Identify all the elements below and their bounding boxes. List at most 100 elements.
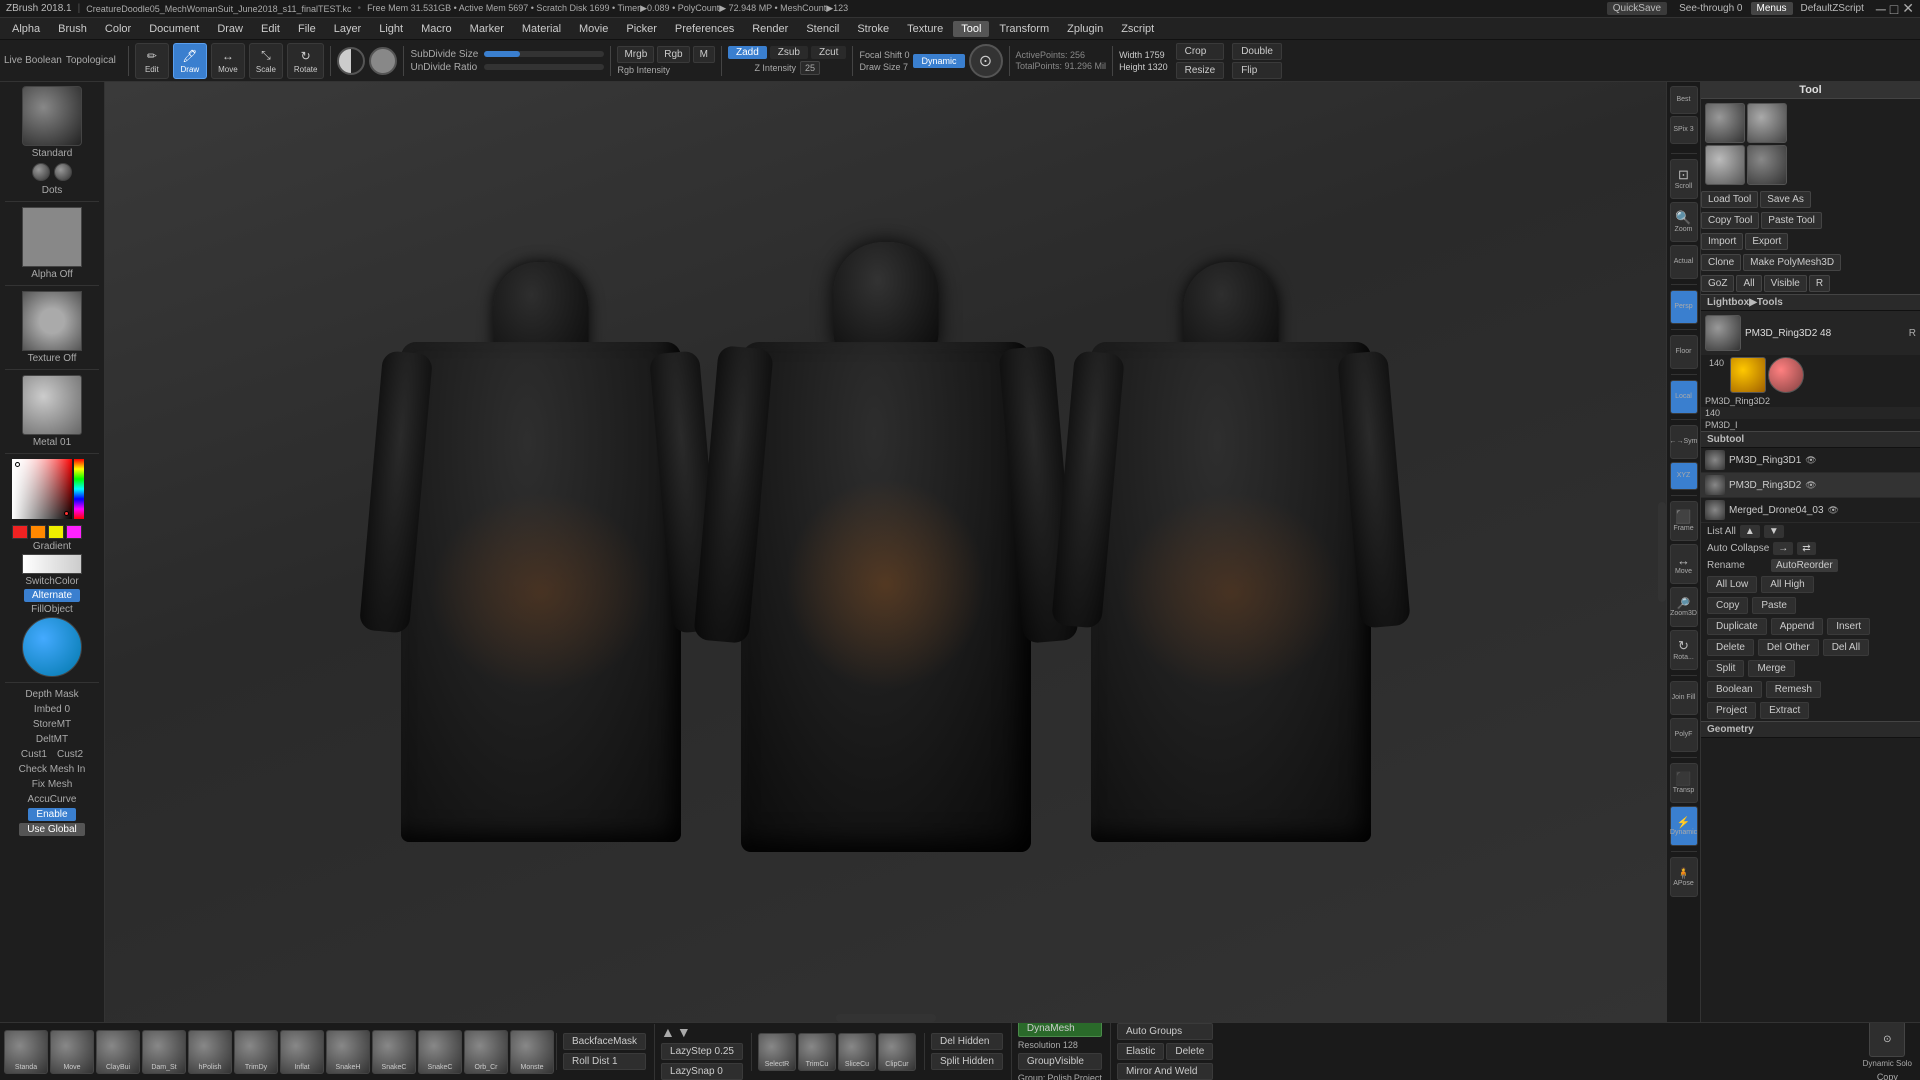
move-3d-btn[interactable]: ↔ Move <box>1670 544 1698 584</box>
see-through-btn[interactable]: See-through 0 <box>1679 3 1742 14</box>
double-btn[interactable]: Double <box>1232 43 1282 60</box>
menu-stencil[interactable]: Stencil <box>798 21 847 37</box>
expand-btn[interactable]: R <box>1909 328 1916 339</box>
eye-icon-3[interactable]: 👁 <box>1828 505 1839 516</box>
zadd-btn[interactable]: Zadd <box>728 46 767 59</box>
actual-btn[interactable]: Actual <box>1670 245 1698 279</box>
half-sphere-toggle[interactable] <box>337 47 365 75</box>
current-tool-thumb[interactable] <box>1705 315 1741 351</box>
del-all-btn[interactable]: Del All <box>1823 639 1869 656</box>
quicksave-button[interactable]: QuickSave <box>1607 2 1667 15</box>
undivide-ratio-slider[interactable] <box>484 64 604 70</box>
tool-thumb-cylinder[interactable] <box>1747 103 1787 143</box>
alpha-preview[interactable] <box>22 207 82 267</box>
duplicate-btn[interactable]: Duplicate <box>1707 618 1767 635</box>
delete-bottom-btn[interactable]: Delete <box>1166 1043 1213 1060</box>
elastic-btn[interactable]: Elastic <box>1117 1043 1164 1060</box>
menu-color[interactable]: Color <box>97 21 139 37</box>
store-mt-btn[interactable]: StoreMT <box>29 718 75 731</box>
frame-btn[interactable]: ⬛ Frame <box>1670 501 1698 541</box>
subdiv-size-slider[interactable] <box>484 51 604 57</box>
scroll-btn[interactable]: ⊡ Scroll <box>1670 159 1698 199</box>
brush-snakec2[interactable]: SnakeC <box>418 1030 462 1074</box>
sphere-thumb[interactable] <box>1768 357 1804 393</box>
z-intensity-value[interactable]: 25 <box>800 61 820 75</box>
del-mt-btn[interactable]: DeltMT <box>32 733 72 746</box>
copy-tool-btn[interactable]: Copy Tool <box>1701 212 1759 229</box>
slice-cu-btn[interactable]: SliceCu <box>838 1033 876 1071</box>
zcut-btn[interactable]: Zcut <box>811 46 846 59</box>
yellow-swatch[interactable] <box>48 525 64 539</box>
cust1-btn[interactable]: Cust1 <box>17 748 51 761</box>
delete-btn[interactable]: Delete <box>1707 639 1754 656</box>
select-r-btn[interactable]: SelectR <box>758 1033 796 1071</box>
all-low-btn[interactable]: All Low <box>1707 576 1757 593</box>
gradient-preview[interactable] <box>22 554 82 574</box>
brush-standard[interactable]: Standa <box>4 1030 48 1074</box>
clone-btn[interactable]: Clone <box>1701 254 1741 271</box>
roll-dist-btn[interactable]: Roll Dist 1 <box>563 1053 646 1070</box>
subtool-pm3d-ring3d1[interactable]: PM3D_Ring3D1 👁 <box>1701 448 1920 473</box>
menu-macro[interactable]: Macro <box>413 21 460 37</box>
menu-file[interactable]: File <box>290 21 324 37</box>
brush-hpolish[interactable]: hPolish <box>188 1030 232 1074</box>
brush-orbcr[interactable]: Orb_Cr <box>464 1030 508 1074</box>
move-btn[interactable]: ↔ Move <box>211 43 245 79</box>
dynamic-solo-icon[interactable]: ⊙ <box>1869 1022 1905 1057</box>
import-btn[interactable]: Import <box>1701 233 1743 250</box>
subtool-pm3d-ring3d2[interactable]: PM3D_Ring3D2 👁 <box>1701 473 1920 498</box>
menu-render[interactable]: Render <box>744 21 796 37</box>
boolean-btn[interactable]: Boolean <box>1707 681 1762 698</box>
clip-cur-btn[interactable]: ClipCur <box>878 1033 916 1071</box>
zoom3d-btn[interactable]: 🔎 Zoom3D <box>1670 587 1698 627</box>
depth-mask-btn[interactable]: Depth Mask <box>21 688 82 701</box>
menu-edit[interactable]: Edit <box>253 21 288 37</box>
project-btn[interactable]: Project <box>1707 702 1756 719</box>
full-sphere-toggle[interactable] <box>369 47 397 75</box>
lazy-snap-btn[interactable]: LazySnap 0 <box>661 1063 743 1080</box>
purple-swatch[interactable] <box>66 525 82 539</box>
canvas-scrollbar-vertical[interactable] <box>1658 502 1666 602</box>
dot-preview-1[interactable] <box>32 163 50 181</box>
material-preview[interactable] <box>22 375 82 435</box>
extract-btn[interactable]: Extract <box>1760 702 1809 719</box>
check-mesh-in-btn[interactable]: Check Mesh In <box>15 763 90 776</box>
red-swatch[interactable] <box>12 525 28 539</box>
hue-strip[interactable] <box>74 459 84 519</box>
menu-material[interactable]: Material <box>514 21 569 37</box>
merge-btn[interactable]: Merge <box>1748 660 1794 677</box>
orange-swatch[interactable] <box>30 525 46 539</box>
rgb-btn[interactable]: Rgb <box>657 46 689 63</box>
enable-btn[interactable]: Enable <box>28 808 75 821</box>
texture-preview[interactable] <box>22 291 82 351</box>
copy-sub-btn[interactable]: Copy <box>1707 597 1748 614</box>
poly-f-btn[interactable]: PolyF <box>1670 718 1698 752</box>
transp-btn[interactable]: ⬛ Transp <box>1670 763 1698 803</box>
color-picker[interactable] <box>12 459 92 539</box>
apose-btn[interactable]: 🧍 APose <box>1670 857 1698 897</box>
menus-btn[interactable]: Menus <box>1751 2 1793 15</box>
visible-btn[interactable]: Visible <box>1764 275 1807 292</box>
lazy-up-btn[interactable]: ▲ <box>661 1024 675 1040</box>
lazy-step-btn[interactable]: LazyStep 0.25 <box>661 1043 743 1060</box>
goz-btn[interactable]: GoZ <box>1701 275 1734 292</box>
xyz-btn[interactable]: XYZ <box>1670 462 1698 490</box>
lazy-down-btn[interactable]: ▼ <box>677 1024 691 1040</box>
rotate-btn[interactable]: ↻ Rotate <box>287 43 325 79</box>
tool-thumb-sphere[interactable] <box>1705 145 1745 185</box>
dynamic-btn[interactable]: Dynamic <box>913 54 964 68</box>
subtool-merged[interactable]: Merged_Drone04_03 👁 <box>1701 498 1920 523</box>
menu-zplugin[interactable]: Zplugin <box>1059 21 1111 37</box>
fix-mesh-btn[interactable]: Fix Mesh <box>28 778 77 791</box>
remesh-btn[interactable]: Remesh <box>1766 681 1821 698</box>
tool-thumb-extra[interactable] <box>1747 145 1787 185</box>
menu-stroke[interactable]: Stroke <box>849 21 897 37</box>
brush-trimdy[interactable]: TrimDy <box>234 1030 278 1074</box>
mirror-weld-btn[interactable]: Mirror And Weld <box>1117 1063 1213 1080</box>
menu-brush[interactable]: Brush <box>50 21 95 37</box>
geometry-section[interactable]: Geometry <box>1701 721 1920 738</box>
del-hidden-btn[interactable]: Del Hidden <box>931 1033 1003 1050</box>
floor-btn[interactable]: Floor <box>1670 335 1698 369</box>
tool-thumb-ring3d[interactable] <box>1705 103 1745 143</box>
menu-layer[interactable]: Layer <box>326 21 370 37</box>
